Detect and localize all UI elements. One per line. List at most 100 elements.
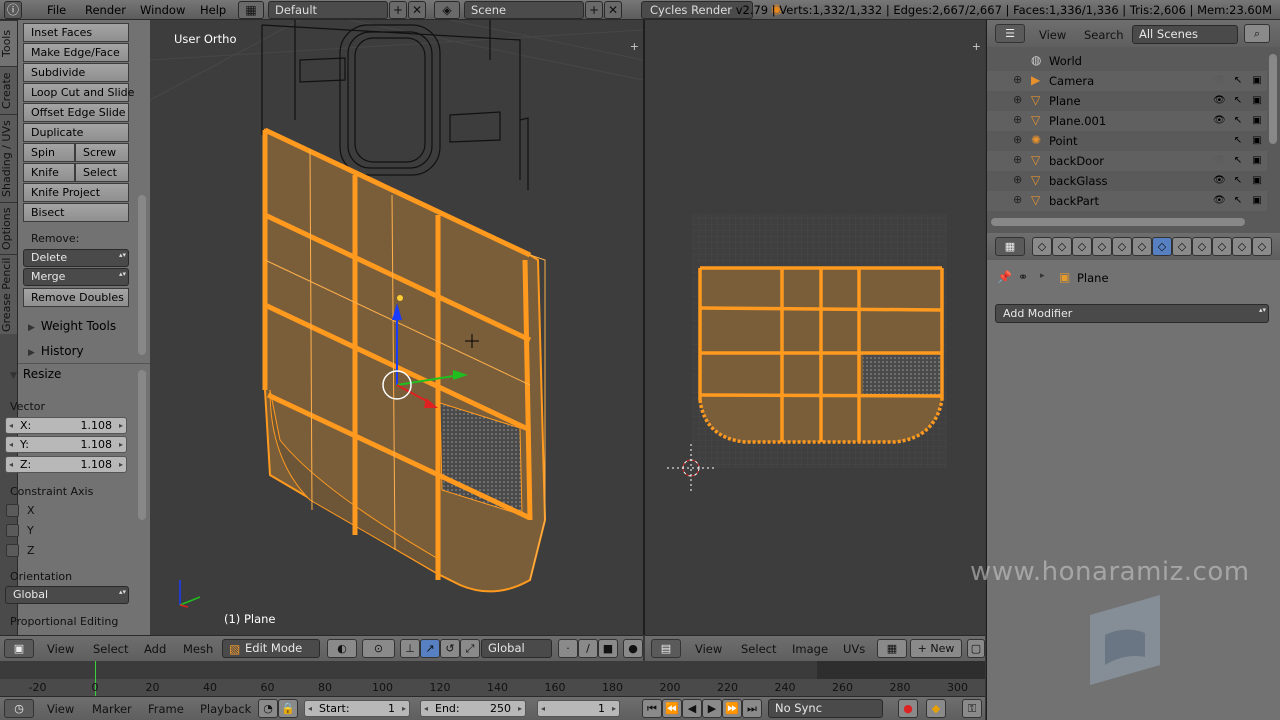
3d-menu-mesh[interactable]: Mesh [183, 642, 213, 656]
lock-icon[interactable]: 🔒 [278, 699, 298, 718]
remove-scene-icon[interactable]: ✕ [604, 1, 622, 19]
vertex-select-icon[interactable]: · [558, 639, 578, 658]
prev-keyframe-icon[interactable]: ⏪ [662, 699, 682, 718]
add-modifier-dropdown[interactable]: Add Modifier [995, 304, 1269, 323]
constraint-y-checkbox[interactable] [6, 524, 19, 537]
timeline-menu-view[interactable]: View [47, 702, 74, 716]
weight-tools-header[interactable]: ▶ Weight Tools [28, 319, 116, 333]
selectable-arrow-icon[interactable]: ↖ [1232, 175, 1244, 187]
manipulator-toggle-icon[interactable]: ⊥ [400, 639, 420, 658]
properties-editor-type-icon[interactable]: ▦ [995, 237, 1025, 256]
timeline-menu-marker[interactable]: Marker [92, 702, 132, 716]
tab-material-icon[interactable]: ◇ [1192, 237, 1212, 256]
open-image-icon[interactable]: ▢ [967, 639, 985, 658]
render-camera-icon[interactable]: ▣ [1251, 155, 1263, 167]
outliner-item-backdoor[interactable]: ⊕ ▽ backDoor 👁 ↖ ▣ [987, 151, 1267, 171]
constraint-x-checkbox[interactable] [6, 504, 19, 517]
tab-particles-icon[interactable]: ◇ [1232, 237, 1252, 256]
viewport-shading-icon[interactable]: ◐ [327, 639, 357, 658]
timeline-menu-playback[interactable]: Playback [200, 702, 251, 716]
tab-render-icon[interactable]: ◇ [1032, 237, 1052, 256]
uv-image-editor[interactable]: + [645, 20, 985, 635]
visibility-eye-icon[interactable]: 👁 [1213, 75, 1226, 87]
tab-data-icon[interactable]: ◇ [1172, 237, 1192, 256]
visibility-eye-icon[interactable]: 👁 [1213, 195, 1226, 207]
face-select-icon[interactable]: ■ [598, 639, 618, 658]
delete-dropdown[interactable]: Delete [23, 249, 129, 267]
scale-manipulator-icon[interactable]: ⤢ [460, 639, 480, 658]
expand-icon[interactable]: ⊕ [1013, 74, 1023, 85]
start-frame-field[interactable]: Start:1 [304, 700, 410, 717]
outliner-item-plane[interactable]: ⊕ ▽ Plane 👁 ↖ ▣ [987, 91, 1267, 111]
render-camera-icon[interactable]: ▣ [1251, 115, 1263, 127]
expand-icon[interactable]: ⊕ [1013, 94, 1023, 105]
loop-cut-button[interactable]: Loop Cut and Slide [23, 83, 134, 102]
rotate-manipulator-icon[interactable]: ↺ [440, 639, 460, 658]
preview-range-icon[interactable]: ◔ [258, 699, 278, 718]
play-reverse-icon[interactable]: ◀ [682, 699, 702, 718]
tab-shading-uvs[interactable]: Shading / UVs [0, 114, 17, 202]
outliner-menu-view[interactable]: View [1039, 28, 1066, 42]
expand-icon[interactable]: ⊕ [1013, 134, 1023, 145]
visibility-eye-icon[interactable]: 👁 [1213, 135, 1226, 147]
selectable-arrow-icon[interactable]: ↖ [1232, 135, 1244, 147]
selectable-arrow-icon[interactable]: ↖ [1232, 115, 1244, 127]
timeline-editor-type-icon[interactable]: ◷ [4, 699, 34, 718]
expand-icon[interactable]: ⊕ [1013, 114, 1023, 125]
uv-menu-image[interactable]: Image [792, 642, 828, 656]
tab-create[interactable]: Create [0, 66, 17, 114]
tab-modifiers-icon[interactable]: ◇ [1152, 237, 1172, 256]
record-icon[interactable]: ● [898, 699, 918, 718]
spin-button[interactable]: Spin [23, 143, 75, 162]
orientation-dropdown[interactable]: Global [5, 586, 129, 604]
expand-icon[interactable]: ⊕ [1013, 154, 1023, 165]
3d-editor-type-icon[interactable]: ▣ [4, 639, 34, 658]
history-header[interactable]: ▶ History [28, 344, 84, 358]
3d-menu-select[interactable]: Select [93, 642, 128, 656]
uv-menu-select[interactable]: Select [741, 642, 776, 656]
tab-render-layers-icon[interactable]: ◇ [1052, 237, 1072, 256]
outliner-item-plane-001[interactable]: ⊕ ▽ Plane.001 👁 ↖ ▣ [987, 111, 1267, 131]
selectable-arrow-icon[interactable]: ↖ [1232, 75, 1244, 87]
tab-object-icon[interactable]: ◇ [1112, 237, 1132, 256]
image-browse-icon[interactable]: ▦ [877, 639, 907, 658]
uv-editor-type-icon[interactable]: ▤ [651, 639, 681, 658]
3d-menu-add[interactable]: Add [144, 642, 166, 656]
tab-options[interactable]: Options [0, 202, 17, 254]
offset-edge-slide-button[interactable]: Offset Edge Slide [23, 103, 129, 122]
visibility-eye-icon[interactable]: 👁 [1213, 95, 1226, 107]
outliner-item-backglass[interactable]: ⊕ ▽ backGlass 👁 ↖ ▣ [987, 171, 1267, 191]
timeline-menu-frame[interactable]: Frame [148, 702, 184, 716]
vector-x-field[interactable]: X:1.108 [5, 417, 127, 434]
vector-y-field[interactable]: Y:1.108 [5, 436, 127, 453]
expand-icon[interactable]: ⊕ [1013, 194, 1023, 205]
tab-physics-icon[interactable]: ◇ [1252, 237, 1272, 256]
outliner[interactable]: ☰ View Search All Scenes ⌕ ◍ World ⊕ ▶ Camer… [986, 20, 1280, 233]
tab-tools[interactable]: Tools [0, 20, 17, 66]
remove-layout-icon[interactable]: ✕ [408, 1, 426, 19]
outliner-item-backpart[interactable]: ⊕ ▽ backPart 👁 ↖ ▣ [987, 191, 1267, 211]
pin-icon[interactable]: 📌 [997, 270, 1012, 284]
tool-shelf-scrollbar[interactable] [138, 195, 146, 355]
knife-project-button[interactable]: Knife Project [23, 183, 129, 202]
uv-menu-uvs[interactable]: UVs [843, 642, 865, 656]
menu-help[interactable]: Help [200, 3, 226, 17]
subdivide-button[interactable]: Subdivide [23, 63, 129, 82]
knife-button[interactable]: Knife [23, 163, 75, 182]
tab-constraints-icon[interactable]: ◇ [1132, 237, 1152, 256]
outliner-filter-select[interactable]: All Scenes [1132, 25, 1238, 44]
outliner-hscrollbar[interactable] [991, 218, 1245, 226]
selectable-arrow-icon[interactable]: ↖ [1232, 155, 1244, 167]
uv-menu-view[interactable]: View [695, 642, 722, 656]
merge-dropdown[interactable]: Merge [23, 268, 129, 286]
menu-file[interactable]: File [47, 3, 66, 17]
vector-z-field[interactable]: Z:1.108 [5, 456, 127, 473]
sync-mode-select[interactable]: No Sync [768, 699, 883, 718]
make-edge-face-button[interactable]: Make Edge/Face [23, 43, 129, 62]
visibility-eye-icon[interactable]: 👁 [1213, 175, 1226, 187]
outliner-item-camera[interactable]: ⊕ ▶ Camera 👁 ↖ ▣ [987, 71, 1267, 91]
keying-set-icon[interactable]: ◆ [926, 699, 946, 718]
new-image-button[interactable]: + New [910, 639, 962, 658]
duplicate-button[interactable]: Duplicate [23, 123, 129, 142]
add-layout-icon[interactable]: + [389, 1, 407, 19]
